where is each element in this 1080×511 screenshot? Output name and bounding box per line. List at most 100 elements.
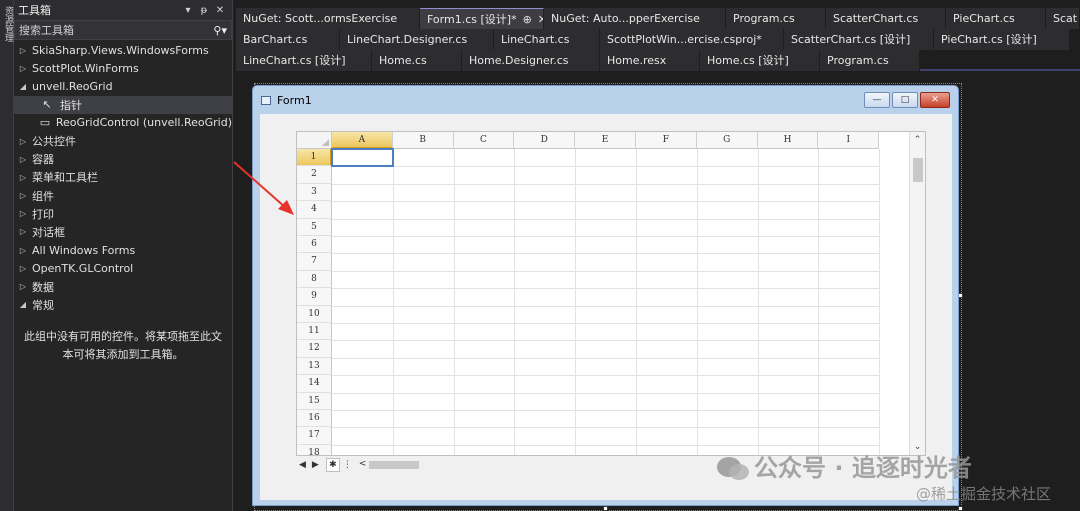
document-tab[interactable]: ScottPlotWin...ercise.csproj* xyxy=(600,29,784,50)
row-header[interactable]: 9 xyxy=(297,288,332,306)
row-header[interactable]: 8 xyxy=(297,270,332,289)
toolbox-item[interactable]: ▷ 数据 xyxy=(14,277,232,295)
row-header[interactable]: 6 xyxy=(297,236,332,254)
expand-arrow-icon[interactable]: ▷ xyxy=(14,227,32,236)
toolbox-item[interactable]: ▷ OpenTK.GLControl xyxy=(14,259,232,277)
toolbox-item[interactable]: ▷ ScottPlot.WinForms xyxy=(14,59,232,77)
collapse-arrow-icon[interactable]: ◢ xyxy=(14,300,32,309)
close-icon[interactable]: ✕ xyxy=(212,5,228,16)
toolbox-item[interactable]: ▷ All Windows Forms xyxy=(14,241,232,259)
expand-arrow-icon[interactable]: ▷ xyxy=(14,264,32,273)
side-strip[interactable]: 资源管理 xyxy=(0,0,14,511)
sheet-next-icon[interactable]: ▶ xyxy=(309,460,322,470)
toolbox-item[interactable]: ▷ 菜单和工具栏 xyxy=(14,168,232,186)
document-tab[interactable]: Home.resx xyxy=(600,50,700,71)
form-titlebar[interactable]: Form1 — □ ✕ xyxy=(253,86,958,114)
expand-arrow-icon[interactable]: ▷ xyxy=(14,137,32,146)
document-tab[interactable]: LineChart.cs xyxy=(494,29,600,50)
row-header[interactable]: 1 xyxy=(297,149,332,167)
document-tab[interactable]: ScatterChart.cs xyxy=(826,8,946,29)
resize-handle-corner[interactable] xyxy=(958,506,963,511)
column-header[interactable]: B xyxy=(392,132,454,149)
expand-arrow-icon[interactable]: ▷ xyxy=(14,282,32,291)
document-tab[interactable]: Program.cs xyxy=(726,8,826,29)
document-tab[interactable]: ScatterChart.cs [设计] xyxy=(784,29,934,50)
toolbox-item[interactable]: ▷ SkiaSharp.Views.WindowsForms xyxy=(14,41,232,59)
expand-arrow-icon[interactable]: ▷ xyxy=(14,64,32,73)
row-header[interactable]: 2 xyxy=(297,166,332,184)
vertical-scrollbar[interactable]: ⌃ ⌄ xyxy=(909,132,925,455)
sheet-splitter-icon[interactable]: ⋮ xyxy=(340,460,355,470)
select-all-corner[interactable] xyxy=(297,132,332,149)
column-header[interactable]: E xyxy=(575,132,636,149)
vertical-scroll-thumb[interactable] xyxy=(913,158,923,182)
column-header[interactable]: I xyxy=(818,132,880,149)
toolbox-item[interactable]: ◢ unvell.ReoGrid xyxy=(14,77,232,95)
reogrid-control[interactable]: ⌃ ⌄ A B C D E F G H I 1 2 3 4 5 6 7 8 9 10 11 12 13 14 15 16 17 18 xyxy=(296,131,926,456)
search-icon[interactable]: ⚲▾ xyxy=(213,24,227,37)
add-sheet-button[interactable]: ✱ xyxy=(325,458,340,472)
selected-cell[interactable] xyxy=(331,148,394,168)
column-header[interactable]: D xyxy=(514,132,576,149)
toolbox-search-input[interactable]: 搜索工具箱 ⚲▾ xyxy=(14,20,232,40)
document-tab[interactable]: PieChart.cs xyxy=(946,8,1046,29)
expand-arrow-icon[interactable]: ▷ xyxy=(14,246,32,255)
pin-icon[interactable]: ᵽ xyxy=(196,5,212,16)
column-header[interactable]: A xyxy=(332,132,393,149)
row-header[interactable]: 15 xyxy=(297,392,332,410)
expand-arrow-icon[interactable]: ▷ xyxy=(14,46,32,55)
toolbox-item[interactable]: ◢ 常规 xyxy=(14,296,232,314)
toolbox-item[interactable]: ▷ 对话框 xyxy=(14,223,232,241)
expand-arrow-icon[interactable]: ▷ xyxy=(14,155,32,164)
document-tab[interactable]: Form1.cs [设计]*⊕✕ xyxy=(420,8,544,29)
document-tab[interactable]: NuGet: Scott...ormsExercise xyxy=(236,8,420,29)
column-header[interactable]: C xyxy=(453,132,515,149)
document-tab[interactable]: Home.cs xyxy=(372,50,462,71)
document-tab[interactable]: PieChart.cs [设计] xyxy=(934,29,1070,50)
resize-handle-bottom[interactable] xyxy=(603,506,608,511)
document-tab[interactable]: LineChart.cs [设计] xyxy=(236,50,372,71)
column-header[interactable]: G xyxy=(696,132,758,149)
close-button[interactable]: ✕ xyxy=(920,92,950,108)
expand-arrow-icon[interactable]: ▷ xyxy=(14,191,32,200)
row-header[interactable]: 17 xyxy=(297,427,332,445)
maximize-button[interactable]: □ xyxy=(892,92,918,108)
expand-arrow-icon[interactable]: ▷ xyxy=(14,209,32,218)
toolbox-item[interactable]: ▷ 打印 xyxy=(14,205,232,223)
column-header[interactable]: H xyxy=(757,132,819,149)
toolbox-item[interactable]: ▷ 公共控件 xyxy=(14,132,232,150)
document-tab[interactable]: Home.Designer.cs xyxy=(462,50,600,71)
row-header[interactable]: 16 xyxy=(297,410,332,428)
expand-arrow-icon[interactable]: ▷ xyxy=(14,173,32,182)
row-header[interactable]: 3 xyxy=(297,183,332,202)
form-window[interactable]: Form1 — □ ✕ ⌃ ⌄ A B C D E F G H I 1 2 3 4 5 6 7 8 9 10 11 12… xyxy=(252,85,959,506)
row-header[interactable]: 11 xyxy=(297,323,332,341)
dropdown-icon[interactable]: ▾ xyxy=(180,5,196,16)
row-header[interactable]: 4 xyxy=(297,201,332,219)
horizontal-scroll-thumb[interactable] xyxy=(368,461,419,469)
toolbox-item[interactable]: ▷ 容器 xyxy=(14,150,232,168)
row-header[interactable]: 7 xyxy=(297,253,332,271)
document-tab[interactable]: LineChart.Designer.cs xyxy=(340,29,494,50)
document-tab[interactable]: NuGet: Auto...pperExercise xyxy=(544,8,726,29)
column-header[interactable]: F xyxy=(636,132,697,149)
sheet-prev-icon[interactable]: ◀ xyxy=(296,460,309,470)
document-tab[interactable]: BarChart.cs xyxy=(236,29,340,50)
minimize-button[interactable]: — xyxy=(864,92,890,108)
row-header[interactable]: 14 xyxy=(297,375,332,393)
toolbox-item[interactable]: ▭ ReoGridControl (unvell.ReoGrid) xyxy=(14,114,232,132)
toolbox-item[interactable]: ↖ 指针 xyxy=(14,95,232,114)
row-header[interactable]: 5 xyxy=(297,218,332,236)
document-tab[interactable]: Home.cs [设计] xyxy=(700,50,820,71)
row-header[interactable]: 13 xyxy=(297,357,332,376)
scroll-up-icon[interactable]: ⌃ xyxy=(910,132,925,148)
row-header[interactable]: 18 xyxy=(297,444,332,455)
row-header[interactable]: 10 xyxy=(297,305,332,323)
document-tab[interactable]: Scat xyxy=(1046,8,1080,29)
row-header[interactable]: 12 xyxy=(297,340,332,358)
tab-pin-icon[interactable]: ⊕ xyxy=(523,13,532,26)
document-tab[interactable]: Program.cs xyxy=(820,50,920,71)
collapse-arrow-icon[interactable]: ◢ xyxy=(14,82,32,91)
toolbox-item[interactable]: ▷ 组件 xyxy=(14,187,232,205)
scroll-left-icon[interactable]: < xyxy=(359,459,367,469)
